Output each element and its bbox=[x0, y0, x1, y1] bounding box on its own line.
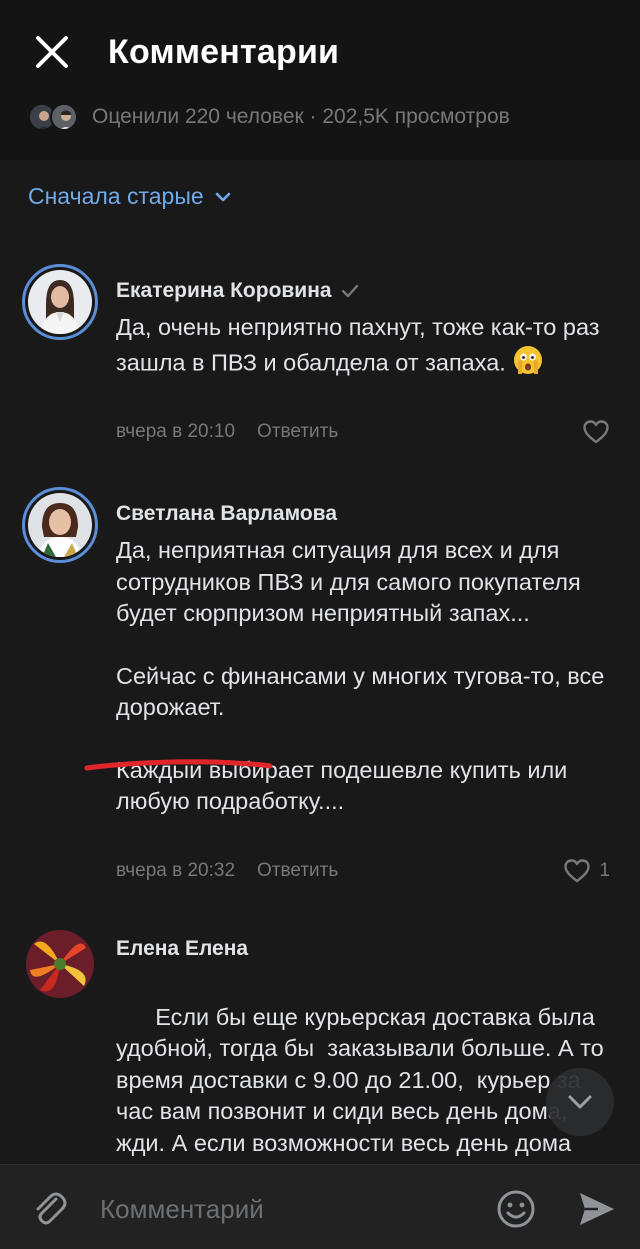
avatar[interactable] bbox=[22, 487, 98, 563]
attach-button[interactable] bbox=[28, 1187, 72, 1231]
comment-author[interactable]: Светлана Варламова bbox=[116, 499, 337, 529]
comment-text: Если бы еще курьерская доставка была удо… bbox=[116, 970, 606, 1165]
send-icon bbox=[580, 1193, 614, 1225]
comment-item: Светлана Варламова Да, неприятная ситуац… bbox=[0, 487, 640, 897]
red-underline-annotation bbox=[84, 759, 273, 771]
chevron-down-icon bbox=[215, 192, 230, 202]
sort-order-label: Сначала старые bbox=[28, 182, 204, 209]
paperclip-icon bbox=[36, 1192, 67, 1225]
avatar[interactable] bbox=[26, 930, 94, 998]
like-button[interactable]: 1 bbox=[563, 857, 610, 885]
verified-check-icon bbox=[340, 281, 360, 301]
smile-icon bbox=[497, 1190, 535, 1228]
comment-text: Да, очень неприятно пахнут, тоже как-то … bbox=[116, 312, 606, 384]
close-icon bbox=[36, 36, 68, 68]
like-button[interactable] bbox=[582, 418, 610, 446]
comment-paragraph: Сейчас с финансами у многих тугова-то, в… bbox=[116, 662, 605, 721]
scroll-down-button[interactable] bbox=[546, 1068, 614, 1136]
comment-author[interactable]: Екатерина Коровина bbox=[116, 276, 332, 306]
comment-timestamp: вчера в 20:32 bbox=[116, 860, 236, 881]
comment-item: Елена Елена Если бы еще курьерская доста… bbox=[0, 926, 640, 1164]
comment-paragraph: Да, неприятная ситуация для всех и для с… bbox=[116, 537, 581, 626]
comment-paragraph: Если бы еще курьерская доставка была удо… bbox=[116, 1003, 604, 1165]
like-count: 1 bbox=[599, 860, 610, 881]
sort-order-dropdown[interactable]: Сначала старые bbox=[28, 178, 232, 214]
header: Комментарии Оценили 220 человек · 202,5K… bbox=[0, 0, 640, 160]
reactions-summary[interactable]: Оценили 220 человек · 202,5K просмотров bbox=[28, 100, 510, 134]
reply-button[interactable]: Ответить bbox=[257, 860, 338, 882]
comment-author[interactable]: Елена Елена bbox=[116, 934, 248, 964]
heart-outline-icon bbox=[583, 420, 609, 444]
page-title: Комментарии bbox=[108, 33, 340, 71]
close-button[interactable] bbox=[30, 30, 74, 74]
stats-text: Оценили 220 человек · 202,5K просмотров bbox=[92, 105, 510, 128]
avatar[interactable] bbox=[22, 264, 98, 340]
comment-timestamp: вчера в 20:10 bbox=[116, 421, 236, 442]
comment-composer bbox=[0, 1164, 640, 1249]
reply-button[interactable]: Ответить bbox=[257, 421, 338, 443]
avatar bbox=[50, 103, 78, 131]
chevron-down-icon bbox=[568, 1095, 592, 1109]
face-with-hands-over-eyes-icon bbox=[512, 344, 544, 385]
comment-input[interactable] bbox=[100, 1189, 470, 1229]
comment-item: Екатерина Коровина Да, очень неприятно п… bbox=[0, 264, 640, 454]
reactor-avatars bbox=[28, 103, 78, 131]
send-button[interactable] bbox=[574, 1187, 618, 1231]
emoji-button[interactable] bbox=[494, 1187, 538, 1231]
heart-outline-icon bbox=[564, 859, 591, 883]
